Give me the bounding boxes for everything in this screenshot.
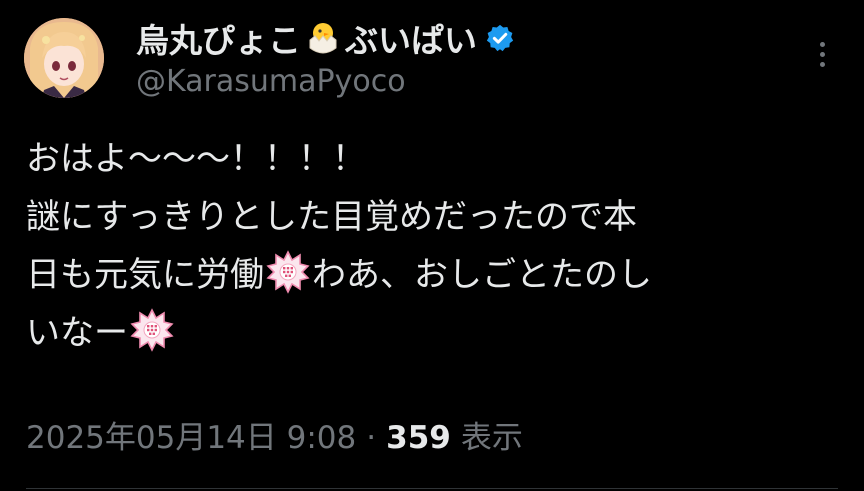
divider bbox=[26, 488, 838, 489]
author-name-part2: ぶいぱい bbox=[345, 21, 477, 60]
tweet-line-3-text: 日も元気に労働 bbox=[26, 255, 264, 295]
author-name-row[interactable]: 烏丸ぴょこ ぶいぱい bbox=[136, 14, 515, 62]
view-label: 表示 bbox=[460, 420, 523, 456]
white-flower-emoji bbox=[130, 308, 174, 352]
view-count[interactable]: 359 bbox=[386, 420, 451, 456]
tweet-line-3: 日も元気に労働 わあ、おしごとたのし bbox=[26, 246, 836, 304]
author-name-part1: 烏丸ぴょこ bbox=[136, 21, 301, 60]
meta-separator: · bbox=[366, 420, 377, 456]
verified-badge-icon bbox=[486, 24, 514, 52]
tweet-line-4: いなー bbox=[26, 304, 836, 362]
tweet-meta: 2025年05月14日 9:08 · 359 表示 bbox=[26, 412, 523, 457]
avatar[interactable] bbox=[24, 18, 104, 98]
hatching-chick-emoji bbox=[309, 23, 337, 54]
tweet-timestamp[interactable]: 2025年05月14日 9:08 bbox=[26, 412, 356, 457]
author-display-name[interactable]: 烏丸ぴょこ ぶいぱい bbox=[136, 14, 515, 62]
more-options-button[interactable] bbox=[808, 36, 836, 72]
avatar-image bbox=[24, 18, 104, 98]
more-vertical-icon-dot bbox=[819, 51, 825, 57]
tweet-line-4-text: いなー bbox=[26, 313, 128, 353]
tweet-text: おはよ〜〜〜！！！！ 謎にすっきりとした目覚めだったので本 日も元気に労働 わあ… bbox=[26, 130, 836, 362]
more-vertical-icon-dot bbox=[819, 61, 825, 67]
more-vertical-icon-dot bbox=[819, 41, 825, 47]
white-flower-emoji bbox=[266, 250, 310, 294]
author-handle[interactable]: @KarasumaPyoco bbox=[136, 64, 406, 99]
tweet-line-1: おはよ〜〜〜！！！！ bbox=[26, 139, 366, 179]
tweet-line-3-tail: わあ、おしごとたのし bbox=[312, 255, 652, 295]
tweet-card: 烏丸ぴょこ ぶいぱい @KarasumaPyoco おはよ〜〜〜！！！！ 謎にす… bbox=[0, 0, 864, 491]
tweet-line-2: 謎にすっきりとした目覚めだったので本 bbox=[26, 197, 637, 237]
